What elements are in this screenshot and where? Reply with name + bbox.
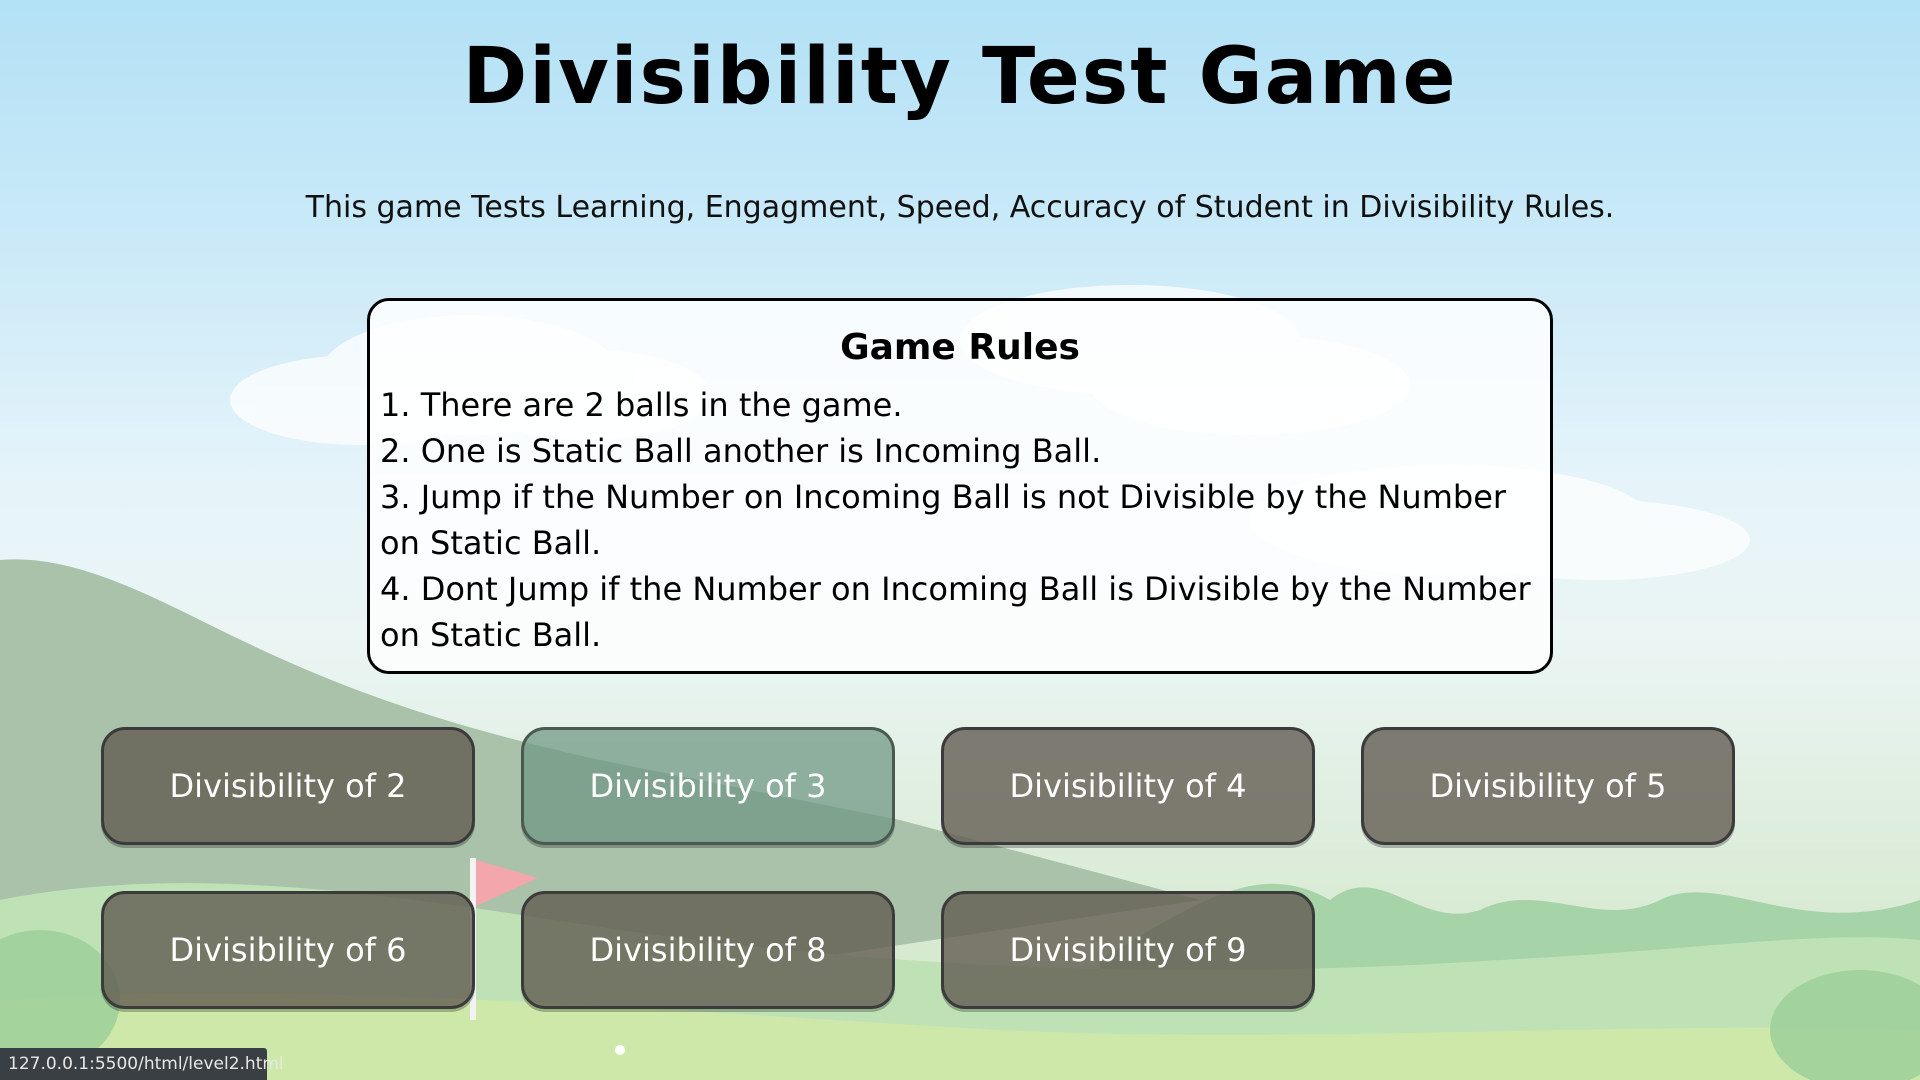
page-title: Divisibility Test Game [462, 32, 1458, 122]
rule-item: 2. One is Static Ball another is Incomin… [380, 432, 1102, 470]
game-rules-panel: Game Rules 1. There are 2 balls in the g… [367, 298, 1553, 674]
divisibility-5-button[interactable]: Divisibility of 5 [1361, 727, 1735, 845]
rule-item: 1. There are 2 balls in the game. [380, 386, 903, 424]
divisibility-9-button[interactable]: Divisibility of 9 [941, 891, 1315, 1009]
divisibility-8-button[interactable]: Divisibility of 8 [521, 891, 895, 1009]
rule-item: 3. Jump if the Number on Incoming Ball i… [380, 478, 1507, 562]
link-status-bar: 127.0.0.1:5500/html/level2.html [0, 1048, 284, 1080]
divisibility-4-button[interactable]: Divisibility of 4 [941, 727, 1315, 845]
divisibility-3-button[interactable]: Divisibility of 3 [521, 727, 895, 845]
rules-heading: Game Rules [840, 327, 1080, 368]
page-subtitle: This game Tests Learning, Engagment, Spe… [305, 190, 1615, 225]
divisibility-2-button[interactable]: Divisibility of 2 [101, 727, 475, 845]
rule-item: 4. Dont Jump if the Number on Incoming B… [380, 570, 1531, 654]
rules-list: 1. There are 2 balls in the game. 2. One… [380, 382, 1540, 658]
divisibility-6-button[interactable]: Divisibility of 6 [101, 891, 475, 1009]
level-buttons: Divisibility of 2 Divisibility of 3 Divi… [101, 727, 1741, 1009]
